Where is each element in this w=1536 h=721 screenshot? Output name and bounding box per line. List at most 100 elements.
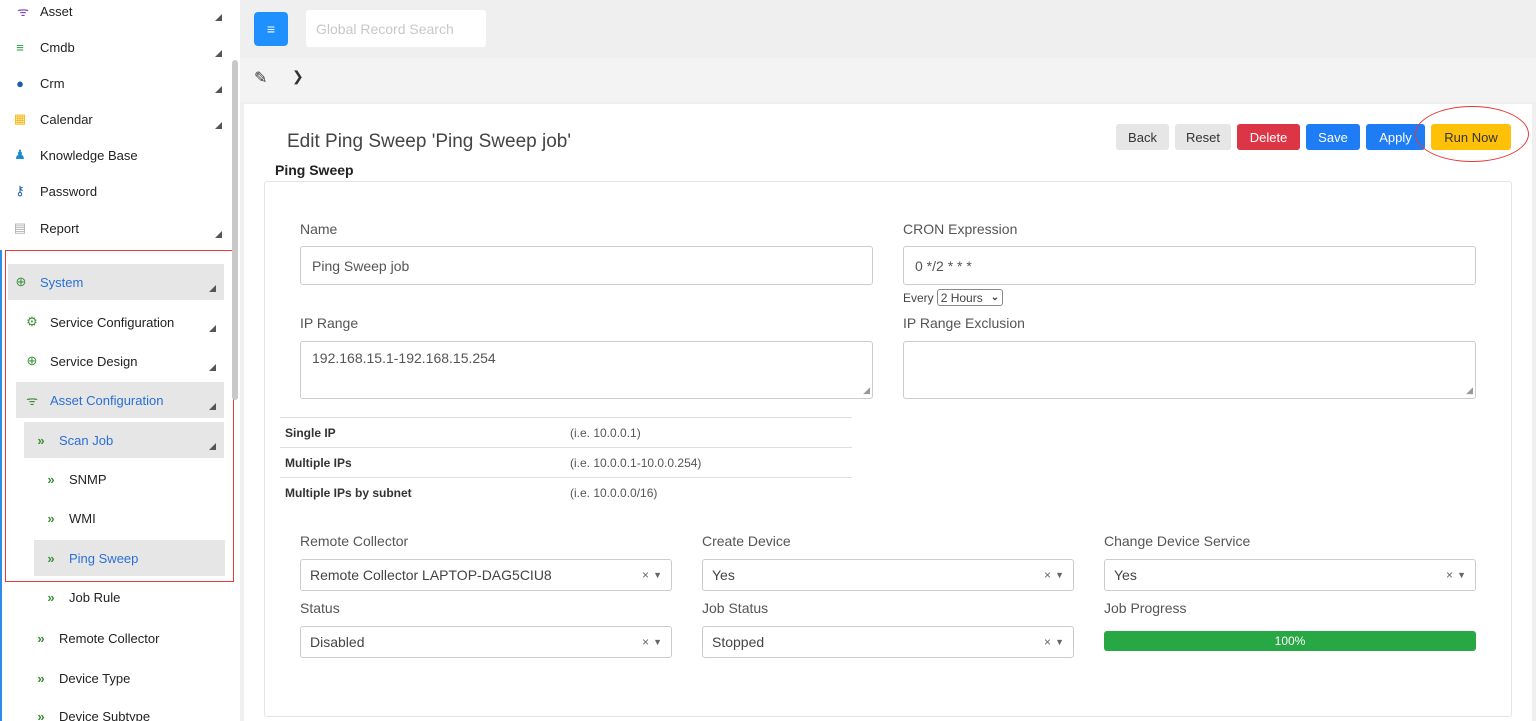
- double-chevron-icon: »: [37, 432, 44, 448]
- every-selector: Every 2 Hours ⌄: [903, 289, 1004, 306]
- edit-icon[interactable]: ✎: [254, 68, 267, 88]
- file-icon: ▤: [13, 220, 27, 235]
- sidebar-item-job-rule[interactable]: » Job Rule: [34, 579, 224, 615]
- page-title: Edit Ping Sweep 'Ping Sweep job': [287, 131, 571, 152]
- double-chevron-icon: »: [37, 630, 44, 646]
- sidebar-item-remote-collector[interactable]: » Remote Collector: [24, 620, 224, 656]
- ip-range-label: IP Range: [300, 315, 359, 331]
- status-label: Status: [300, 600, 340, 616]
- resize-handle-icon[interactable]: ◢: [1466, 385, 1473, 396]
- toolbar: ✎ ❯: [240, 58, 1536, 102]
- apply-button[interactable]: Apply: [1366, 124, 1425, 150]
- remote-collector-label: Remote Collector: [300, 533, 409, 549]
- name-label: Name: [300, 221, 338, 237]
- sidebar-item-device-subtype[interactable]: » Device Subtype: [24, 698, 224, 721]
- sidebar-scrollbar[interactable]: [232, 60, 238, 400]
- sidebar-item-cmdb[interactable]: ≡ Cmdb: [0, 29, 230, 65]
- reset-button[interactable]: Reset: [1175, 124, 1231, 150]
- sidebar-item-device-type[interactable]: » Device Type: [24, 660, 224, 696]
- sidebar-item-password[interactable]: ⚷ Password: [0, 173, 230, 209]
- ip-exclusion-textarea[interactable]: ◢: [903, 341, 1476, 399]
- expand-triangle-icon: [209, 443, 216, 450]
- sidebar-item-calendar[interactable]: ▦ Calendar: [0, 101, 230, 137]
- cron-field[interactable]: 0 */2 * * *: [903, 246, 1476, 285]
- ip-exclusion-label: IP Range Exclusion: [903, 315, 1025, 331]
- sidebar: ᯤ Asset ≡ Cmdb ● Crm ▦ Calendar ♟ Knowle…: [0, 0, 240, 721]
- sidebar-item-snmp[interactable]: » SNMP: [34, 461, 224, 497]
- sidebar-item-ping-sweep[interactable]: » Ping Sweep: [34, 540, 225, 576]
- ip-range-textarea[interactable]: 192.168.15.1-192.168.15.254 ◢: [300, 341, 873, 399]
- wifi-icon: ᯤ: [26, 393, 38, 408]
- expand-triangle-icon: [209, 285, 216, 292]
- expand-triangle-icon: [215, 122, 222, 129]
- double-chevron-icon: »: [47, 471, 54, 487]
- job-status-select[interactable]: Stopped × ▼: [702, 626, 1074, 658]
- gears-icon: ⚙: [26, 314, 38, 329]
- job-progress-fill: 100%: [1104, 631, 1476, 651]
- double-chevron-icon: »: [47, 550, 54, 566]
- back-button[interactable]: Back: [1116, 124, 1169, 150]
- expand-triangle-icon: [209, 364, 216, 371]
- sidebar-item-report[interactable]: ▤ Report: [0, 210, 230, 246]
- clear-icon[interactable]: ×: [642, 635, 649, 649]
- name-field[interactable]: Ping Sweep job: [300, 246, 873, 285]
- sidebar-item-service-design[interactable]: ⊕ Service Design: [16, 343, 224, 379]
- sidebar-item-asset[interactable]: ᯤ Asset: [0, 0, 230, 29]
- double-chevron-icon: »: [37, 670, 44, 686]
- sidebar-item-scan-job[interactable]: » Scan Job: [24, 422, 224, 458]
- sidebar-item-asset-configuration[interactable]: ᯤ Asset Configuration: [16, 382, 224, 418]
- change-device-service-select[interactable]: Yes × ▼: [1104, 559, 1476, 591]
- sidebar-active-indicator: [0, 250, 2, 721]
- double-chevron-icon: »: [47, 510, 54, 526]
- job-progress-label: Job Progress: [1104, 600, 1187, 616]
- sidebar-item-wmi[interactable]: » WMI: [34, 500, 224, 536]
- job-progress-bar: 100%: [1104, 631, 1476, 651]
- main-panel: Edit Ping Sweep 'Ping Sweep job' Ping Sw…: [244, 104, 1532, 721]
- menu-toggle-button[interactable]: ≡: [254, 12, 288, 46]
- sidebar-item-service-configuration[interactable]: ⚙ Service Configuration: [16, 304, 224, 340]
- caret-down-icon: ▼: [1457, 570, 1466, 580]
- wifi-icon: ᯤ: [17, 4, 29, 19]
- double-chevron-icon: »: [37, 708, 44, 721]
- action-buttons: Back Reset Delete Save Apply Run Now: [1116, 124, 1511, 150]
- chevron-down-icon[interactable]: ❯: [292, 68, 304, 85]
- clear-icon[interactable]: ×: [1446, 568, 1453, 582]
- expand-triangle-icon: [215, 50, 222, 57]
- clear-icon[interactable]: ×: [642, 568, 649, 582]
- ip-help-table: Single IP (i.e. 10.0.0.1) Multiple IPs (…: [280, 417, 852, 507]
- create-device-label: Create Device: [702, 533, 791, 549]
- knowledge-icon: ♟: [14, 147, 26, 162]
- change-device-service-label: Change Device Service: [1104, 533, 1251, 549]
- crosshair-icon: ⊕: [26, 353, 38, 368]
- clear-icon[interactable]: ×: [1044, 568, 1051, 582]
- clear-icon[interactable]: ×: [1044, 635, 1051, 649]
- globe-icon: ⊕: [15, 274, 27, 289]
- save-button[interactable]: Save: [1306, 124, 1360, 150]
- calendar-icon: ▦: [13, 111, 27, 126]
- expand-triangle-icon: [215, 14, 222, 21]
- status-select[interactable]: Disabled × ▼: [300, 626, 672, 658]
- database-icon: ≡: [16, 39, 24, 55]
- sidebar-item-system[interactable]: ⊕ System: [8, 264, 224, 300]
- create-device-select[interactable]: Yes × ▼: [702, 559, 1074, 591]
- cron-label: CRON Expression: [903, 221, 1018, 237]
- delete-button[interactable]: Delete: [1237, 124, 1300, 150]
- sidebar-item-knowledge-base[interactable]: ♟ Knowledge Base: [0, 137, 230, 173]
- table-row: Multiple IPs by subnet (i.e. 10.0.0.0/16…: [280, 477, 852, 507]
- sidebar-item-crm[interactable]: ● Crm: [0, 65, 230, 101]
- table-row: Multiple IPs (i.e. 10.0.0.1-10.0.0.254): [280, 447, 852, 477]
- remote-collector-select[interactable]: Remote Collector LAPTOP-DAG5CIU8 × ▼: [300, 559, 672, 591]
- double-chevron-icon: »: [47, 589, 54, 605]
- expand-triangle-icon: [209, 325, 216, 332]
- table-row: Single IP (i.e. 10.0.0.1): [280, 417, 852, 447]
- user-icon: ●: [16, 75, 24, 91]
- every-label: Every: [903, 290, 934, 305]
- caret-down-icon: ▼: [1055, 637, 1064, 647]
- global-search-input[interactable]: [306, 10, 486, 47]
- resize-handle-icon[interactable]: ◢: [863, 385, 870, 396]
- caret-down-icon: ▼: [653, 637, 662, 647]
- expand-triangle-icon: [215, 231, 222, 238]
- expand-triangle-icon: [215, 86, 222, 93]
- every-select[interactable]: 2 Hours ⌄: [936, 289, 1004, 306]
- run-now-button[interactable]: Run Now: [1431, 124, 1511, 150]
